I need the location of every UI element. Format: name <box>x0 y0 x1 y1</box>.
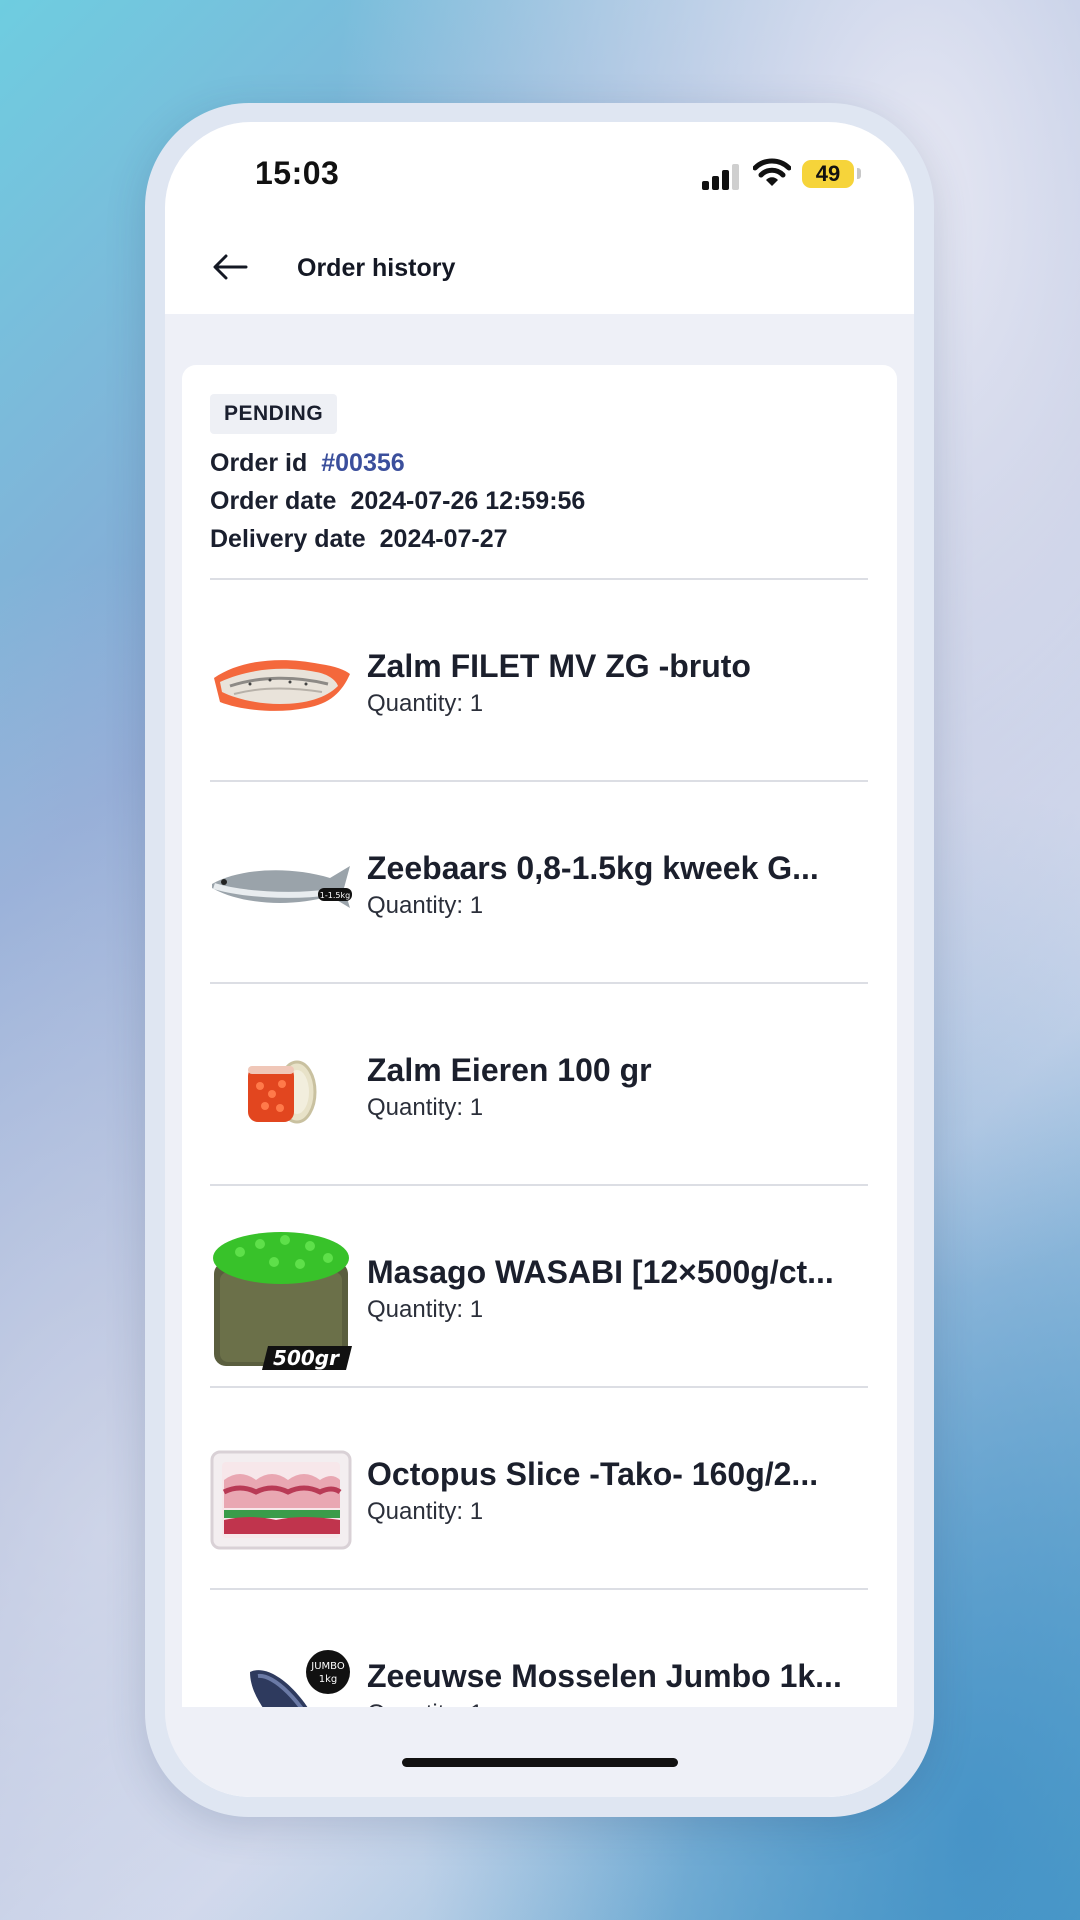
list-item[interactable]: 500gr Masago WASABI [12×500g/ct... Quant… <box>210 1186 868 1386</box>
app-screen: 15:03 49 Order history PENDING Order id #… <box>165 122 914 1797</box>
order-id-value: #00356 <box>321 449 405 477</box>
octopus-slice-image <box>210 1450 352 1550</box>
bottom-safe-area <box>165 1707 914 1797</box>
size-tag: 500gr <box>273 1346 340 1370</box>
masago-wasabi-image: 500gr <box>213 1232 352 1370</box>
item-name: Zalm FILET MV ZG -bruto <box>367 648 751 684</box>
page-title: Order history <box>297 254 456 282</box>
delivery-date-label: Delivery date <box>210 525 366 553</box>
list-item[interactable]: Octopus Slice -Tako- 160g/2... Quantity:… <box>210 1388 868 1588</box>
item-quantity: Quantity: 1 <box>367 1296 484 1323</box>
list-item[interactable]: Zalm FILET MV ZG -bruto Quantity: 1 <box>210 580 868 780</box>
order-date-row: Order date 2024-07-26 12:59:56 <box>210 487 585 516</box>
item-quantity: Quantity: 1 <box>367 1498 484 1525</box>
order-id-row: Order id #00356 <box>210 449 405 478</box>
size-tag: 1-1.5kg <box>320 891 350 900</box>
home-indicator[interactable] <box>402 1758 678 1767</box>
battery-cap <box>857 168 861 179</box>
item-name: Zeeuwse Mosselen Jumbo 1k... <box>367 1658 842 1694</box>
weight-tag: 1kg <box>319 1674 338 1685</box>
item-quantity: Quantity: 1 <box>367 690 484 717</box>
item-name: Masago WASABI [12×500g/ct... <box>367 1254 834 1290</box>
sea-bass-image: 1-1.5kg <box>212 866 352 908</box>
status-badge: PENDING <box>210 394 338 434</box>
back-arrow-icon[interactable] <box>210 247 250 287</box>
order-date-label: Order date <box>210 487 337 515</box>
top-bar: 15:03 49 Order history <box>165 122 914 314</box>
item-name: Zeebaars 0,8-1.5kg kweek G... <box>367 850 819 886</box>
item-quantity: Quantity: 1 <box>367 892 484 919</box>
status-time: 15:03 <box>255 155 340 191</box>
delivery-date-value: 2024-07-27 <box>379 525 508 553</box>
signal-icon <box>702 162 742 190</box>
item-name: Zalm Eieren 100 gr <box>367 1052 652 1088</box>
salmon-fillet-image <box>214 660 350 711</box>
order-card[interactable]: PENDING Order id #00356 Order date 2024-07… <box>182 365 897 1797</box>
delivery-date-row: Delivery date 2024-07-27 <box>210 525 508 554</box>
salmon-roe-jar-image <box>248 1060 317 1124</box>
item-quantity: Quantity: 1 <box>367 1094 484 1121</box>
list-item[interactable]: Zalm Eieren 100 gr Quantity: 1 <box>210 984 868 1184</box>
item-name: Octopus Slice -Tako- 160g/2... <box>367 1456 819 1492</box>
wifi-icon <box>753 158 791 186</box>
list-item[interactable]: 1-1.5kg Zeebaars 0,8-1.5kg kweek G... Qu… <box>210 782 868 982</box>
order-id-label: Order id <box>210 449 308 477</box>
order-date-value: 2024-07-26 12:59:56 <box>350 487 586 515</box>
battery-icon: 49 <box>802 160 854 188</box>
jumbo-tag: JUMBO <box>310 1661 345 1672</box>
